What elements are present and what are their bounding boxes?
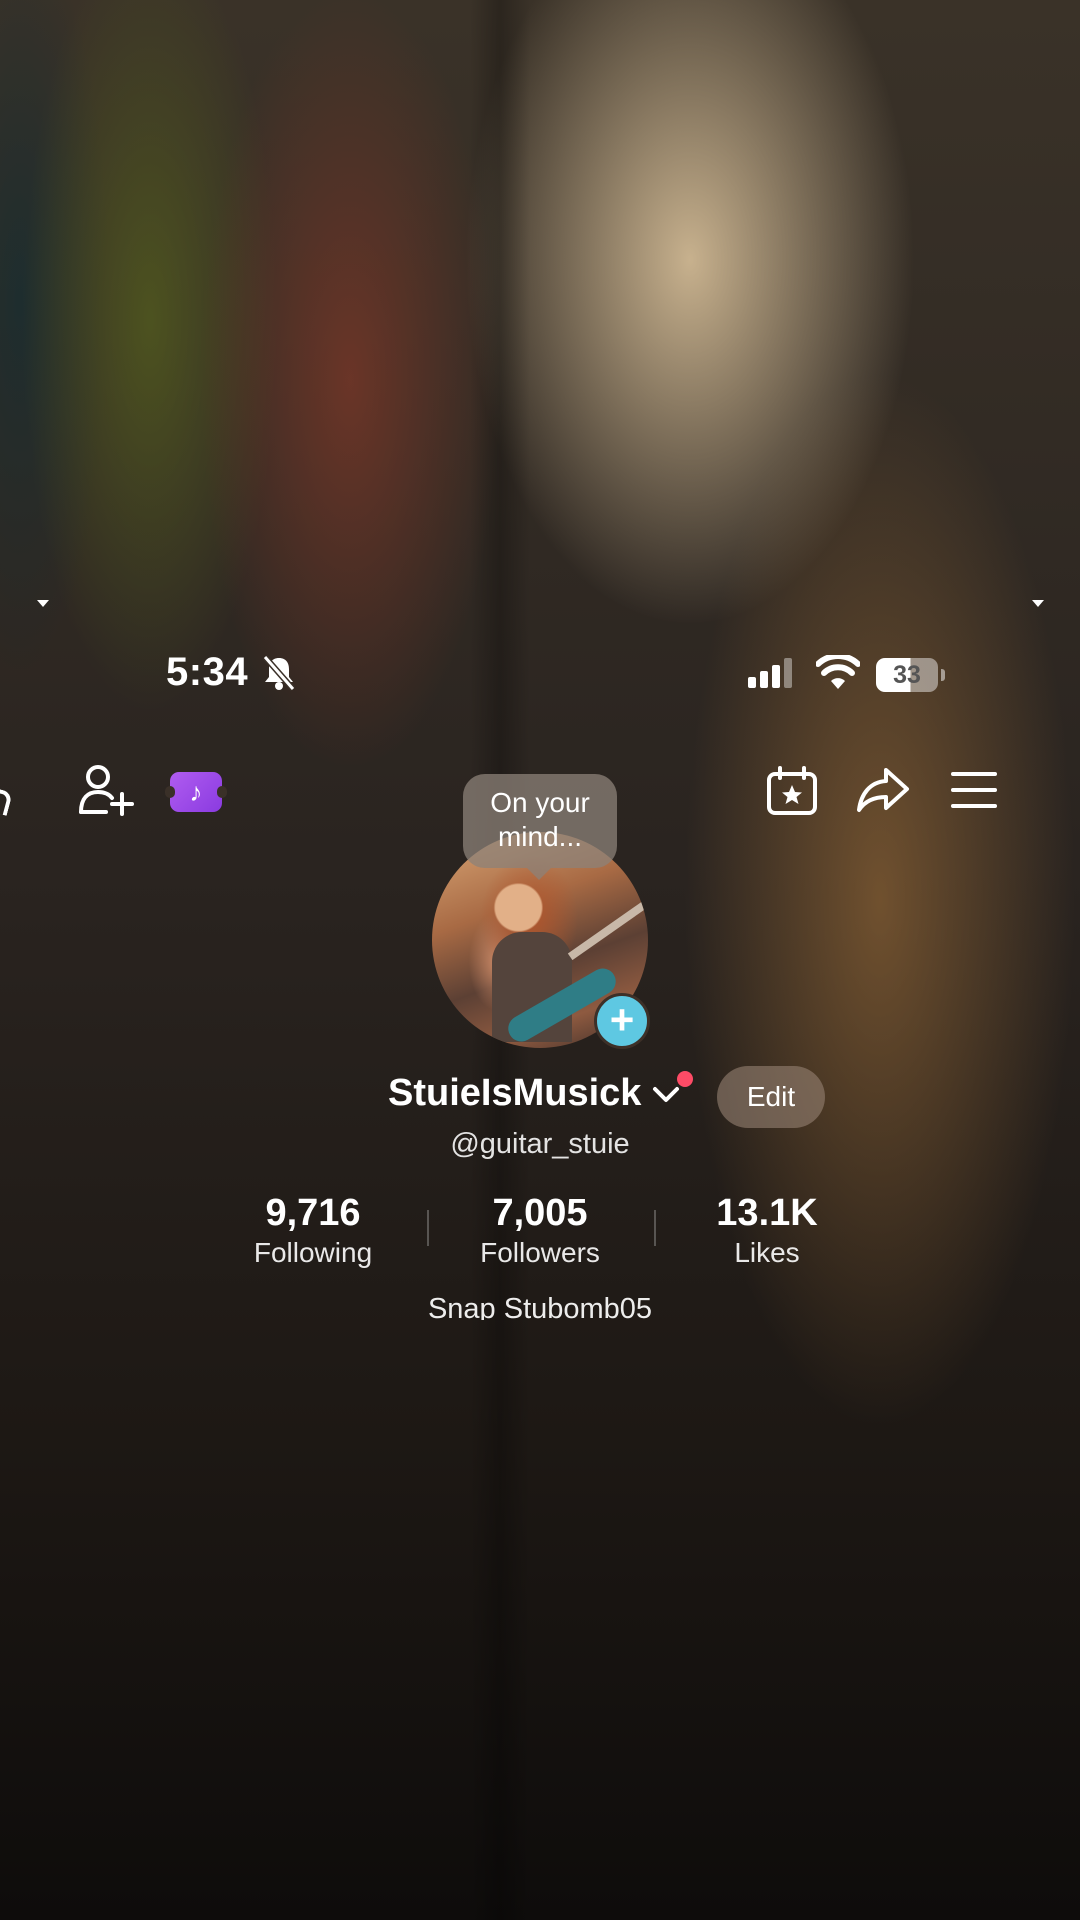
note-bubble[interactable]: On your mind...	[463, 774, 617, 880]
stat-divider	[654, 1210, 656, 1246]
marker-arrow-right	[1032, 600, 1044, 607]
bell-off-icon	[262, 655, 296, 691]
avatar-guitar-neck	[567, 901, 647, 961]
calendar-star-icon[interactable]	[766, 766, 818, 816]
likes-count: 13.1K	[716, 1192, 818, 1234]
profile-screen: 5:34 33 ♪ + On your mind... StuieIsMusic…	[0, 0, 1080, 1920]
partial-icon	[0, 788, 13, 816]
following-label: Following	[253, 1237, 373, 1268]
signal-icon	[748, 658, 792, 688]
status-time: 5:34	[166, 650, 249, 694]
followers-label: Followers	[480, 1237, 600, 1268]
bio-text: Snap Stubomb05	[427, 1293, 653, 1320]
add-friend-icon[interactable]	[78, 764, 134, 816]
following-count: 9,716	[265, 1192, 361, 1234]
note-bubble-line1: On your	[490, 787, 590, 818]
add-story-button[interactable]: +	[594, 993, 650, 1049]
share-icon[interactable]	[856, 766, 910, 814]
note-bubble-line2: mind...	[497, 821, 583, 852]
stat-following[interactable]: 9,716 Following	[223, 1190, 403, 1270]
stat-followers[interactable]: 7,005 Followers	[450, 1190, 630, 1270]
tiktok-pass-icon[interactable]: ♪	[165, 772, 227, 812]
marker-arrow-left	[37, 600, 49, 607]
menu-icon[interactable]	[950, 770, 998, 810]
username: @guitar_stuie	[450, 1128, 630, 1160]
chevron-down-icon[interactable]	[652, 1086, 680, 1104]
music-note-glyph: ♪	[189, 777, 203, 807]
stat-likes[interactable]: 13.1K Likes	[677, 1190, 857, 1270]
followers-count: 7,005	[492, 1192, 588, 1234]
edit-profile-button[interactable]: Edit	[717, 1066, 825, 1128]
likes-label: Likes	[734, 1237, 800, 1268]
battery-indicator: 33	[876, 658, 938, 692]
notification-dot	[677, 1071, 693, 1087]
display-name[interactable]: StuieIsMusick	[388, 1072, 641, 1115]
battery-nub	[941, 669, 945, 681]
wifi-icon	[816, 655, 860, 689]
stat-divider	[427, 1210, 429, 1246]
